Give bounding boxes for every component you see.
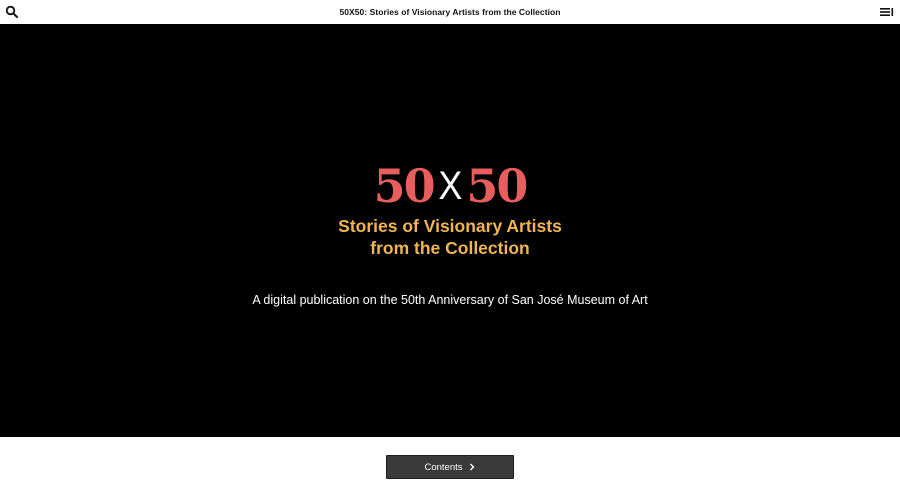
top-bar: 50X50: Stories of Visionary Artists from… bbox=[0, 0, 900, 24]
contents-button-label: Contents bbox=[424, 461, 463, 473]
subtitle-line-1: Stories of Visionary Artists bbox=[338, 216, 562, 236]
chevron-right-icon bbox=[469, 463, 475, 471]
menu-button[interactable] bbox=[880, 6, 894, 18]
logo-x: X bbox=[437, 164, 463, 208]
subtitle-line-2: from the Collection bbox=[370, 238, 530, 258]
logo-right-number: 50 bbox=[466, 159, 528, 213]
page-title: 50X50: Stories of Visionary Artists from… bbox=[339, 7, 561, 17]
search-button[interactable] bbox=[5, 5, 19, 19]
logo-left-number: 50 bbox=[373, 159, 436, 213]
hero-cover: 50 X 50 Stories of Visionary Artists fro… bbox=[0, 24, 900, 437]
search-icon bbox=[5, 5, 18, 18]
publication-description: A digital publication on the 50th Annive… bbox=[252, 293, 648, 307]
menu-icon bbox=[880, 8, 894, 16]
logo-50x50: 50 X 50 bbox=[0, 161, 900, 211]
contents-button[interactable]: Contents bbox=[386, 455, 514, 479]
